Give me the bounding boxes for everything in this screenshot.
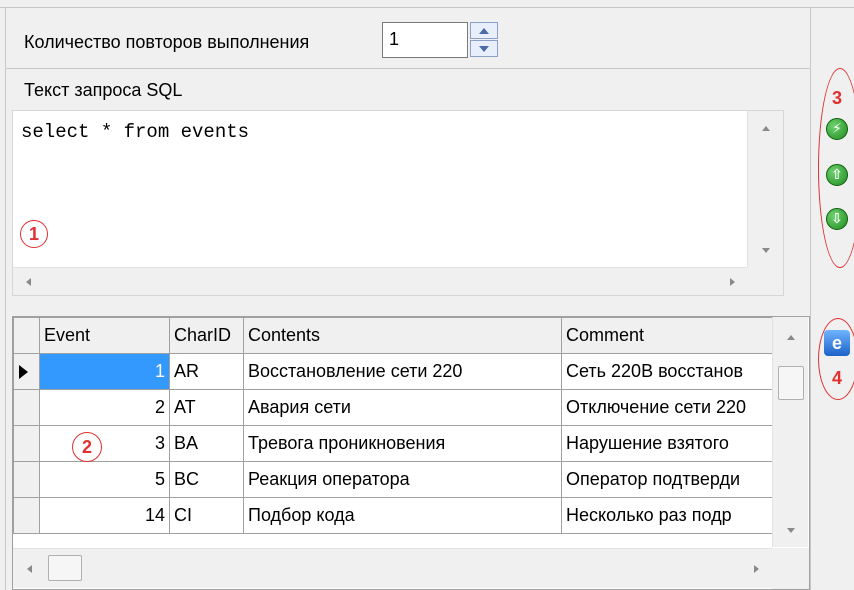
cell-contents[interactable]: Авария сети [243,389,562,426]
repeat-count-label: Количество повторов выполнения [24,32,310,52]
cell-event[interactable]: 5 [39,461,170,498]
sql-query-label: Текст запроса SQL [24,80,183,100]
sql-query-text[interactable]: select * from events [21,121,249,143]
scroll-down-icon[interactable] [773,513,809,547]
scroll-corner [747,267,783,295]
annotation-1-label: 1 [28,223,39,244]
annotation-1: 1 [20,220,48,248]
annotation-2-label: 2 [81,436,92,457]
cell-charid[interactable]: BA [169,425,244,462]
cell-charid[interactable]: BC [169,461,244,498]
annotation-3: 3 [832,88,843,108]
spin-down-button[interactable] [470,40,498,57]
scroll-right-icon[interactable] [717,268,747,296]
cell-contents[interactable]: Восстановление сети 220 [243,353,562,390]
arrow-down-icon[interactable]: ⇩ [826,208,848,230]
current-row-icon [19,364,28,379]
annotation-2: 2 [72,432,102,462]
cell-contents[interactable]: Подбор кода [243,497,562,534]
scroll-right-icon[interactable] [741,549,771,589]
execute-icon[interactable]: ⚡ [826,118,848,140]
cell-comment[interactable]: Нарушение взятого [561,425,780,462]
spin-up-button[interactable] [470,22,498,39]
ie-browser-icon[interactable]: e [824,330,850,356]
annotation-4: 4 [832,368,843,388]
cell-event[interactable]: 1 [39,353,170,390]
column-header-comment[interactable]: Comment [561,317,780,354]
cell-comment[interactable]: Несколько раз подр [561,497,780,534]
cell-contents[interactable]: Тревога проникновения [243,425,562,462]
scroll-up-icon[interactable] [748,111,784,145]
scroll-up-icon[interactable] [773,317,809,357]
row-indicator[interactable] [13,497,40,534]
grid-indicator-header [13,317,40,354]
arrow-up-icon[interactable]: ⇧ [826,164,848,186]
table-row[interactable]: 2 AT Авария сети Отключение сети 220 [13,389,780,426]
window-top-edge [0,0,854,8]
table-row[interactable]: 5 BC Реакция оператора Оператор подтверд… [13,461,780,498]
row-indicator[interactable] [13,389,40,426]
table-row[interactable]: 1 AR Восстановление сети 220 Сеть 220В в… [13,353,780,390]
row-indicator[interactable] [13,425,40,462]
column-header-event[interactable]: Event [39,317,170,354]
table-row[interactable]: 14 CI Подбор кода Несколько раз подр [13,497,780,534]
sql-horizontal-scrollbar[interactable] [13,267,747,295]
grid-horizontal-scroll-thumb[interactable] [48,555,82,581]
row-indicator[interactable] [13,461,40,498]
scroll-left-icon[interactable] [13,268,43,296]
column-header-contents[interactable]: Contents [243,317,562,354]
table-row[interactable]: 3 BA Тревога проникновения Нарушение взя… [13,425,780,462]
grid-horizontal-scrollbar[interactable] [13,548,772,588]
spin-down-icon [479,45,489,52]
cell-contents[interactable]: Реакция оператора [243,461,562,498]
separator [6,68,810,69]
spin-up-icon [479,27,489,34]
cell-event[interactable]: 14 [39,497,170,534]
sql-vertical-scrollbar[interactable] [747,111,783,267]
cell-charid[interactable]: CI [169,497,244,534]
cell-charid[interactable]: AT [169,389,244,426]
sql-query-editor[interactable]: select * from events [12,110,784,296]
cell-comment[interactable]: Сеть 220В восстанов [561,353,780,390]
repeat-count-input[interactable]: 1 [382,22,468,58]
frame-left-border [5,8,6,590]
repeat-count-spinner[interactable] [470,22,500,58]
grid-vertical-scrollbar[interactable] [772,317,808,547]
cell-comment[interactable]: Оператор подтверди [561,461,780,498]
grid-vertical-scroll-thumb[interactable] [778,366,804,400]
scroll-left-icon[interactable] [13,549,45,589]
cell-comment[interactable]: Отключение сети 220 [561,389,780,426]
cell-charid[interactable]: AR [169,353,244,390]
row-indicator[interactable] [13,353,40,390]
cell-event[interactable]: 3 [39,425,170,462]
cell-event[interactable]: 2 [39,389,170,426]
scroll-down-icon[interactable] [748,233,784,267]
frame-right-border [810,8,811,590]
grid-header-row: Event CharID Contents Comment [13,317,780,354]
column-header-charid[interactable]: CharID [169,317,244,354]
scroll-corner [772,548,809,589]
